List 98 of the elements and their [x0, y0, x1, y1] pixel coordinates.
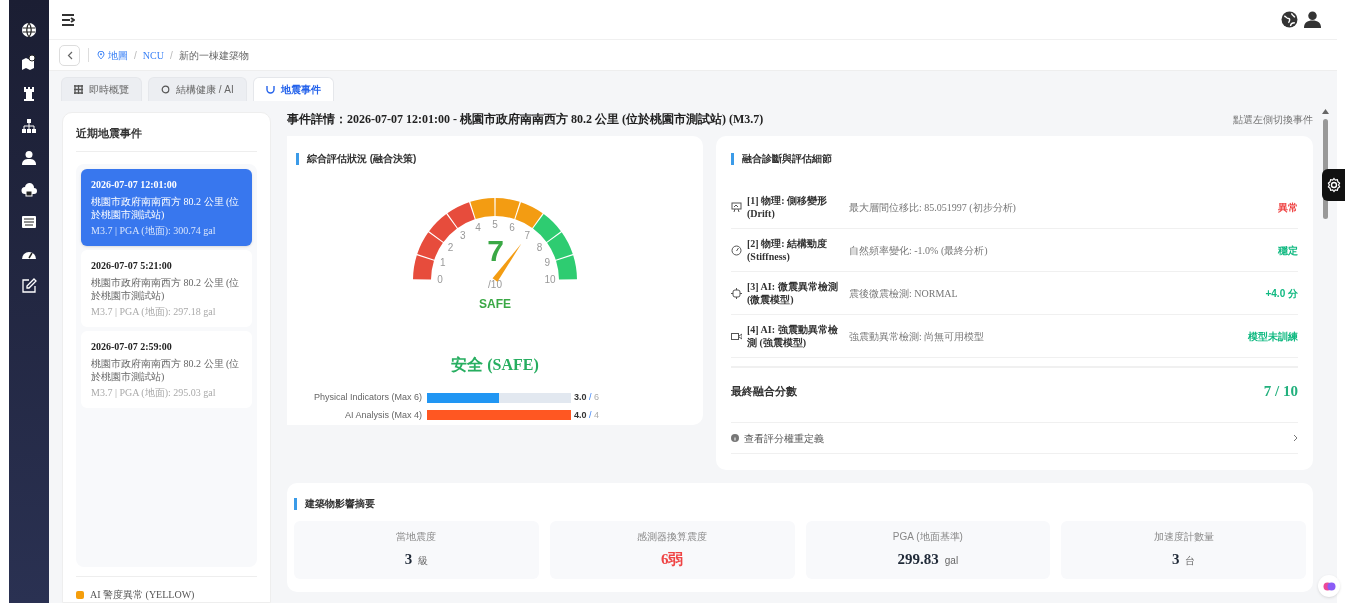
status-text: 異常 [1278, 200, 1298, 215]
legend-label: AI 警度異常 (YELLOW) [90, 588, 195, 602]
event-detail-title: 事件詳情：2026-07-07 12:01:00 - 桃園市政府南南西方 80.2 公里 (位於桃園市測試站) (M3.7) [287, 111, 764, 128]
chart-icon [731, 201, 742, 213]
weights-link[interactable]: 查看評分權重定義 [731, 422, 1298, 454]
status-text: 模型未訓練 [1248, 329, 1298, 344]
info-icon [731, 434, 739, 442]
globe-icon[interactable] [1281, 11, 1298, 28]
map-pin-icon[interactable] [21, 54, 37, 70]
stat-label: 當地震度 [396, 530, 437, 545]
tab[interactable]: 地震事件 [252, 77, 334, 101]
diagnosis-title: [1] 物理: 側移變形 (Drift) [747, 194, 828, 220]
gauge-tick: 10 [544, 275, 556, 285]
status-text: 安全 (SAFE) [450, 355, 540, 376]
edit-icon[interactable] [21, 278, 37, 294]
stat-unit: 台 [1185, 554, 1196, 569]
section-title: 融合診斷與評估細節 [742, 152, 832, 166]
heading-accent [294, 497, 297, 510]
chevron-icon [1293, 434, 1298, 442]
gauge-max: /10 [487, 280, 503, 290]
diagnosis-detail: 最大層間位移比: 85.051997 (初步分析) [849, 200, 1017, 215]
gauge-icon [731, 244, 742, 256]
globe-icon[interactable] [21, 22, 37, 38]
event-meta: M3.7 | PGA (地面): 297.18 gal [91, 304, 217, 319]
gauge-tick: 1 [438, 258, 447, 268]
stat-label: PGA (地面基準) [892, 530, 963, 545]
stat-unit: gal [944, 554, 959, 569]
ring-icon [161, 85, 170, 94]
gauge-tick: 6 [508, 222, 516, 233]
gauge-tick: 5 [491, 220, 499, 230]
stat-unit: 級 [418, 554, 429, 569]
stat-label: 加速度計數量 [1153, 530, 1214, 545]
keyboard-icon[interactable] [21, 214, 37, 230]
event-time: 2026-07-07 12:01:00 [91, 177, 178, 192]
heading-accent [296, 152, 299, 165]
diagnosis-detail: 強震動異常檢測: 尚無可用模型 [849, 329, 986, 344]
gauge-tick: 0 [436, 275, 444, 285]
panel-title: 近期地震事件 [76, 125, 257, 152]
breadcrumb-link[interactable]: 地圖 [97, 47, 128, 63]
event-location: 桃園市政府南南西方 80.2 公里 (位於桃園市測試站) [91, 275, 241, 302]
tower-icon[interactable] [21, 86, 37, 102]
stat-value: 3 [1171, 550, 1180, 570]
event-location: 桃園市政府南南西方 80.2 公里 (位於桃園市測試站) [91, 194, 241, 221]
bar-label: Physical Indicators (Max 6) [312, 391, 423, 404]
tab[interactable]: 結構健康 / AI [148, 77, 247, 101]
diagnosis-title: [3] AI: 微震異常檢測 (微震模型) [747, 280, 839, 306]
diagnosis-title: [2] 物理: 結構勁度 (Stiffness) [747, 237, 828, 263]
stat-value: 3 [404, 550, 413, 570]
event-time: 2026-07-07 5:21:00 [91, 258, 173, 273]
event-time: 2026-07-07 2:59:00 [91, 339, 173, 354]
breadcrumb-link[interactable]: NCU [142, 47, 164, 63]
final-score-label: 最終融合分數 [731, 383, 797, 399]
diagnosis-title: [4] AI: 強震動異常檢測 (強震模型) [747, 323, 839, 349]
gauge-score: 7 [487, 236, 504, 266]
user-icon[interactable] [1304, 11, 1321, 28]
tab[interactable]: 即時概覽 [61, 77, 142, 101]
stat-label: 感測器換算震度 [637, 530, 708, 545]
gauge-tick: 9 [543, 258, 552, 268]
user-icon[interactable] [21, 150, 37, 166]
video-icon [731, 330, 742, 342]
event-meta: M3.7 | PGA (地面): 295.03 gal [91, 385, 217, 400]
event-meta: M3.7 | PGA (地面): 300.74 gal [91, 223, 217, 238]
hierarchy-icon[interactable] [21, 118, 37, 134]
heading-accent [731, 152, 734, 165]
chevron-left-icon [66, 50, 73, 60]
status-text: 穩定 [1278, 243, 1298, 258]
settings-button[interactable] [1322, 169, 1345, 201]
event-card[interactable]: 2026-07-07 12:01:00 桃園市政府南南西方 80.2 公里 (位於桃園市測試站) M3.7 | PGA (地面): 300.74 gal [81, 168, 252, 246]
event-location: 桃園市政府南南西方 80.2 公里 (位於桃園市測試站) [91, 356, 241, 383]
breadcrumb-separator: / [169, 48, 173, 63]
gauge-tick: 8 [535, 242, 544, 253]
gauge-tick: 7 [523, 230, 532, 241]
final-score: 7 / 10 [1263, 381, 1298, 401]
grid-icon [74, 85, 83, 94]
gauge-label: SAFE [478, 296, 512, 313]
stat-value: 6弱 [660, 550, 684, 570]
gauge-tick: 3 [458, 230, 467, 241]
section-title: 建築物影響摘要 [305, 497, 375, 511]
bar-value: 4.0 / 4 [574, 408, 600, 422]
diagnosis-detail: 自然頻率變化: -1.0% (最終分析) [849, 243, 989, 258]
scroll-up-icon[interactable] [1321, 109, 1329, 114]
gauge-tick: 2 [446, 242, 455, 253]
status-text: +4.0 分 [1265, 286, 1298, 301]
diagnosis-detail: 震後微震檢測: NORMAL [849, 286, 959, 301]
stat-value: 299.83 [897, 550, 939, 570]
cloud-icon[interactable] [21, 182, 37, 198]
hint-text: 點選左側切換事件 [1233, 112, 1313, 127]
menu-icon[interactable] [61, 13, 75, 26]
gear-icon [1325, 177, 1342, 193]
bar-label: AI Analysis (Max 4) [343, 408, 423, 422]
bar-value: 3.0 / 6 [574, 391, 600, 404]
section-title: 綜合評估狀況 (融合決策) [307, 152, 417, 166]
gauge-tick: 4 [474, 222, 482, 233]
breadcrumb-separator: / [134, 48, 137, 63]
location-pin-icon [97, 50, 105, 60]
event-card[interactable]: 2026-07-07 5:21:00 桃園市政府南南西方 80.2 公里 (位於桃園市測試站) M3.7 | PGA (地面): 297.18 gal [81, 249, 252, 327]
magnet-icon [265, 85, 275, 94]
event-card[interactable]: 2026-07-07 2:59:00 桃園市政府南南西方 80.2 公里 (位於桃園市測試站) M3.7 | PGA (地面): 295.03 gal [81, 330, 252, 408]
